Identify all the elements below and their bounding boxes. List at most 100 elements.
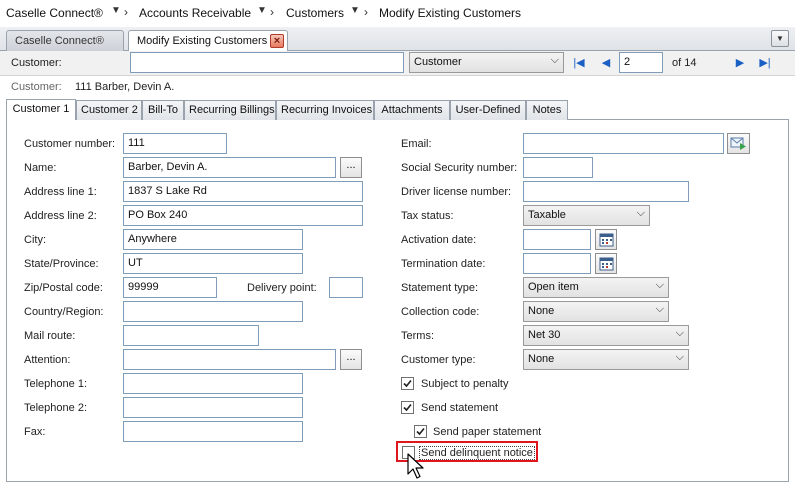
activation-date-picker-button[interactable] <box>595 229 617 250</box>
tax-status-select[interactable]: Taxable ⌵ <box>523 205 650 226</box>
subject-to-penalty-label[interactable]: Subject to penalty <box>421 378 508 390</box>
first-record-icon[interactable]: |◀ <box>572 56 586 70</box>
city-field[interactable]: Anywhere <box>123 229 303 250</box>
email-field[interactable] <box>523 133 724 154</box>
delivery-point-label: Delivery point: <box>247 282 317 294</box>
tab-recurring-invoices[interactable]: Recurring Invoices <box>276 100 374 120</box>
driver-license-field[interactable] <box>523 181 689 202</box>
breadcrumb-separator-icon: › <box>124 5 128 19</box>
window-menu-button[interactable]: ▼ <box>771 30 789 47</box>
name-field[interactable]: Barber, Devin A. <box>123 157 336 178</box>
attention-lookup-button[interactable]: ... <box>340 349 362 370</box>
termination-date-picker-button[interactable] <box>595 253 617 274</box>
country-region-label: Country/Region: <box>24 306 104 318</box>
statement-type-select[interactable]: Open item ⌵ <box>523 277 669 298</box>
subject-to-penalty-checkbox[interactable] <box>401 377 414 390</box>
chevron-down-icon: ⌵ <box>636 207 645 219</box>
last-record-icon[interactable]: ▶| <box>758 56 772 70</box>
record-total: of 14 <box>672 57 697 69</box>
customer-summary-value: 111 Barber, Devin A. <box>75 81 175 93</box>
send-paper-statement-checkbox[interactable] <box>414 425 427 438</box>
chevron-down-icon: ▼ <box>776 34 784 43</box>
attention-field[interactable] <box>123 349 336 370</box>
breadcrumb-modify-existing-customers: Modify Existing Customers <box>379 6 522 20</box>
send-paper-statement-label[interactable]: Send paper statement <box>433 426 541 438</box>
mail-route-field[interactable] <box>123 325 259 346</box>
doc-tab-label: Modify Existing Customers <box>137 35 268 47</box>
breadcrumb-caselle-connect[interactable]: Caselle Connect® <box>6 6 103 20</box>
close-icon[interactable]: × <box>270 34 284 48</box>
chevron-down-icon: ⌵ <box>675 327 684 339</box>
fax-field[interactable] <box>123 421 303 442</box>
tab-customer-1[interactable]: Customer 1 <box>6 99 76 120</box>
inner-tab-strip: Customer 1 Customer 2 Bill-To Recurring … <box>6 99 789 120</box>
state-province-field[interactable]: UT <box>123 253 303 274</box>
tab-user-defined[interactable]: User-Defined <box>450 100 526 120</box>
telephone-1-field[interactable] <box>123 373 303 394</box>
customer-type-select[interactable]: None ⌵ <box>523 349 689 370</box>
chevron-down-icon: ⌵ <box>655 303 664 315</box>
tab-bill-to[interactable]: Bill-To <box>142 100 184 120</box>
doc-tab-caselle-connect[interactable]: Caselle Connect® <box>6 30 124 51</box>
breadcrumb-separator-icon: › <box>364 5 368 19</box>
address-line-1-field[interactable]: 1837 S Lake Rd <box>123 181 363 202</box>
collection-code-select[interactable]: None ⌵ <box>523 301 669 322</box>
customer-type-value: None <box>528 353 555 365</box>
tab-recurring-billings[interactable]: Recurring Billings <box>184 100 276 120</box>
attention-label: Attention: <box>24 354 71 366</box>
delivery-point-field[interactable] <box>329 277 363 298</box>
checkmark-icon <box>403 403 412 412</box>
zip-postal-code-field[interactable]: 99999 <box>123 277 217 298</box>
address-line-2-field[interactable]: PO Box 240 <box>123 205 363 226</box>
breadcrumb-customers[interactable]: Customers <box>286 6 344 20</box>
calendar-icon <box>599 257 614 271</box>
send-delinquent-notice-label[interactable]: Send delinquent notice <box>419 446 535 460</box>
terms-label: Terms: <box>401 330 434 342</box>
terms-value: Net 30 <box>528 329 561 341</box>
previous-record-icon[interactable]: ◀ <box>599 56 613 70</box>
breadcrumb-dropdown-icon[interactable]: ▼ <box>257 5 267 16</box>
breadcrumb-accounts-receivable[interactable]: Accounts Receivable <box>139 6 251 20</box>
record-number-input[interactable]: 2 <box>619 52 663 73</box>
collection-code-label: Collection code: <box>401 306 480 318</box>
telephone-2-label: Telephone 2: <box>24 402 87 414</box>
doc-tab-modify-existing-customers[interactable]: Modify Existing Customers × <box>128 30 288 52</box>
mouse-cursor-icon <box>407 453 424 479</box>
tab-notes[interactable]: Notes <box>526 100 568 120</box>
termination-date-field[interactable] <box>523 253 591 274</box>
zip-postal-code-label: Zip/Postal code: <box>24 282 103 294</box>
customer-type-label: Customer type: <box>401 354 476 366</box>
email-label: Email: <box>401 138 432 150</box>
chevron-down-icon: ⌵ <box>550 54 559 66</box>
document-tab-strip: Caselle Connect® Modify Existing Custome… <box>0 27 795 52</box>
collection-code-value: None <box>528 305 555 317</box>
send-email-button[interactable] <box>727 133 750 154</box>
next-record-icon[interactable]: ▶ <box>733 56 747 70</box>
tab-customer-2[interactable]: Customer 2 <box>76 100 142 120</box>
name-lookup-button[interactable]: ... <box>340 157 362 178</box>
search-type-value: Customer <box>414 56 462 68</box>
search-type-select[interactable]: Customer ⌵ <box>409 52 564 73</box>
terms-select[interactable]: Net 30 ⌵ <box>523 325 689 346</box>
chevron-down-icon: ⌵ <box>675 351 684 363</box>
breadcrumb-separator-icon: › <box>270 5 274 19</box>
breadcrumb: Caselle Connect® ▼ › Accounts Receivable… <box>0 0 795 27</box>
mail-route-label: Mail route: <box>24 330 76 342</box>
telephone-2-field[interactable] <box>123 397 303 418</box>
calendar-icon <box>599 233 614 247</box>
state-province-label: State/Province: <box>24 258 99 270</box>
breadcrumb-dropdown-icon[interactable]: ▼ <box>350 5 360 16</box>
tab-attachments[interactable]: Attachments <box>374 100 450 120</box>
customer-lookup-input[interactable] <box>130 52 404 73</box>
country-region-field[interactable] <box>123 301 303 322</box>
customer-number-field[interactable]: 111 <box>123 133 227 154</box>
tax-status-label: Tax status: <box>401 210 454 222</box>
ssn-field[interactable] <box>523 157 593 178</box>
send-statement-label[interactable]: Send statement <box>421 402 498 414</box>
email-icon <box>730 137 746 150</box>
checkmark-icon <box>416 427 425 436</box>
breadcrumb-dropdown-icon[interactable]: ▼ <box>111 5 121 16</box>
customer-summary: Customer: 111 Barber, Devin A. <box>0 76 795 98</box>
send-statement-checkbox[interactable] <box>401 401 414 414</box>
activation-date-field[interactable] <box>523 229 591 250</box>
